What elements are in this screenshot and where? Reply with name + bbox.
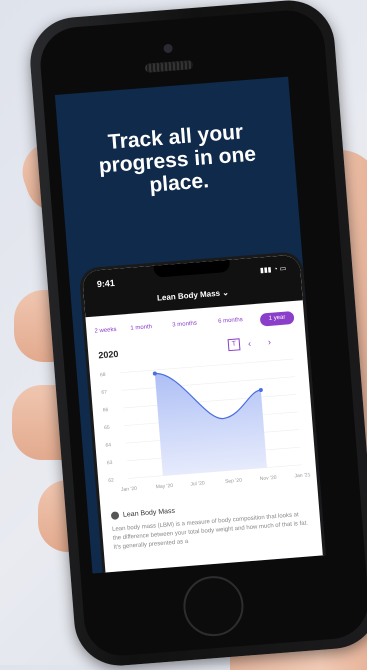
y-tick-label: 65: [104, 425, 110, 431]
x-tick-label: Sep '20: [225, 478, 242, 485]
y-tick-label: 63: [107, 460, 113, 466]
gridline: [119, 358, 294, 374]
status-icons: ▮▮▮ ◔ ▭: [259, 265, 287, 275]
tab-2-weeks[interactable]: 2 weeks: [94, 327, 116, 335]
y-tick-label: 67: [101, 389, 107, 395]
x-tick-label: Jan '20: [121, 486, 138, 493]
x-tick-label: Nov '20: [260, 475, 277, 482]
legend-icon: [110, 511, 120, 520]
tab-1-month[interactable]: 1 month: [130, 324, 152, 332]
app-mockup: 9:41 ▮▮▮ ◔ ▭ Lean Body Mass ⌄ 2 weeks 1 …: [78, 251, 326, 574]
lean-body-mass-chart: 68 67 66 65 64 63 62 Jan '20 May '20 Jul '20 Sep '…: [100, 358, 311, 493]
metric-title[interactable]: Lean Body Mass ⌄: [84, 282, 302, 308]
y-tick-label: 68: [100, 372, 106, 378]
status-time: 9:41: [96, 277, 116, 290]
y-tick-label: 62: [108, 478, 114, 484]
x-tick-label: Jan '21: [294, 472, 311, 479]
y-tick-label: 66: [103, 407, 109, 413]
gridline: [121, 376, 295, 391]
gridline: [122, 394, 297, 409]
tab-1-year[interactable]: 1 year: [259, 310, 295, 327]
year-label: 2020: [98, 348, 119, 361]
prev-button[interactable]: ‹: [248, 338, 252, 348]
next-button[interactable]: ›: [268, 337, 272, 347]
x-tick-label: May '20: [156, 483, 174, 490]
phone: Track all your progress in one place. 9:…: [26, 0, 367, 669]
tab-6-months[interactable]: 6 months: [218, 317, 243, 325]
table-toggle-button[interactable]: T: [227, 338, 241, 352]
x-tick-label: Jul '20: [190, 480, 205, 487]
app-header: 9:41 ▮▮▮ ◔ ▭ Lean Body Mass ⌄: [81, 254, 303, 318]
legend-label: Lean Body Mass: [122, 507, 176, 519]
legend: Lean Body Mass: [110, 507, 176, 520]
headline: Track all your progress in one place.: [58, 117, 297, 204]
tab-3-months[interactable]: 3 months: [172, 321, 197, 329]
series-area: [154, 373, 267, 476]
y-tick-label: 64: [105, 442, 111, 448]
notch: [153, 259, 231, 278]
phone-screen: Track all your progress in one place. 9:…: [54, 76, 326, 574]
